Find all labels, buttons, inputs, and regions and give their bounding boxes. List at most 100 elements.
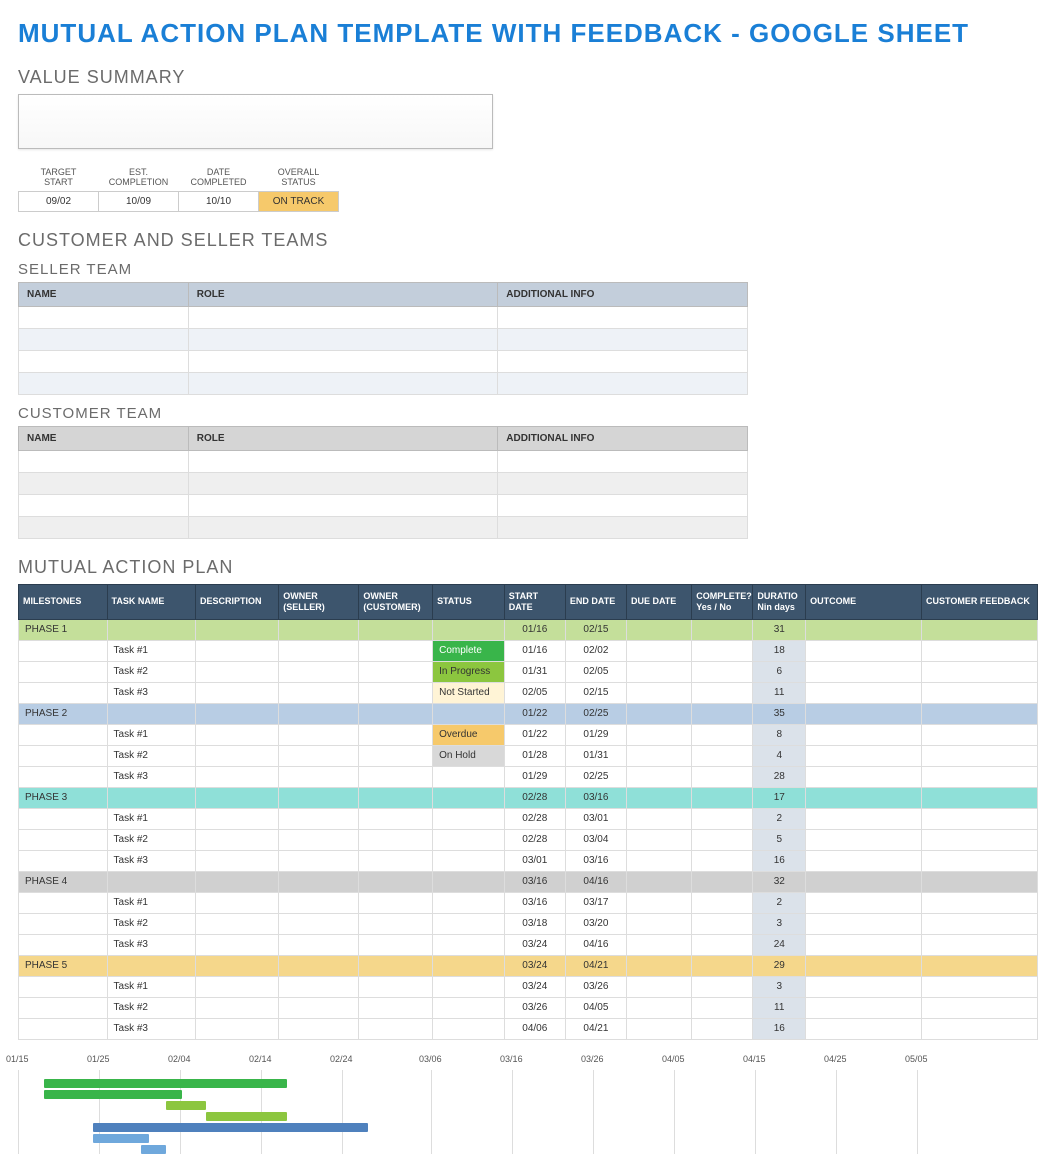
plan-cell[interactable]: 04/06: [504, 1018, 565, 1039]
plan-cell[interactable]: 28: [753, 766, 806, 787]
plan-cell[interactable]: [806, 913, 922, 934]
plan-cell[interactable]: [806, 850, 922, 871]
plan-cell[interactable]: PHASE 3: [19, 787, 108, 808]
task-row[interactable]: Task #102/2803/012: [19, 808, 1038, 829]
plan-cell[interactable]: [279, 766, 359, 787]
plan-cell[interactable]: [806, 619, 922, 640]
plan-cell[interactable]: [279, 808, 359, 829]
plan-cell[interactable]: [359, 724, 433, 745]
task-row[interactable]: Task #3Not Started02/0502/1511: [19, 682, 1038, 703]
plan-cell[interactable]: Task #1: [107, 724, 196, 745]
table-cell[interactable]: [188, 351, 498, 373]
table-cell[interactable]: [19, 307, 189, 329]
plan-cell[interactable]: [279, 955, 359, 976]
plan-cell[interactable]: [922, 829, 1038, 850]
plan-cell[interactable]: [922, 934, 1038, 955]
table-cell[interactable]: [19, 517, 189, 539]
plan-cell[interactable]: Task #3: [107, 1018, 196, 1039]
plan-cell[interactable]: [196, 724, 279, 745]
overall-status[interactable]: ON TRACK: [259, 192, 339, 212]
plan-cell[interactable]: [359, 703, 433, 724]
plan-cell[interactable]: [626, 850, 691, 871]
plan-cell[interactable]: [107, 787, 196, 808]
plan-cell[interactable]: [196, 913, 279, 934]
table-cell[interactable]: [19, 329, 189, 351]
plan-cell[interactable]: [692, 808, 753, 829]
plan-cell[interactable]: [196, 808, 279, 829]
plan-cell[interactable]: [692, 724, 753, 745]
plan-cell[interactable]: [279, 850, 359, 871]
plan-cell[interactable]: [359, 640, 433, 661]
plan-cell[interactable]: 01/16: [504, 640, 565, 661]
table-cell[interactable]: [498, 495, 748, 517]
plan-cell[interactable]: 03/16: [504, 871, 565, 892]
plan-cell[interactable]: [359, 997, 433, 1018]
table-cell[interactable]: [19, 495, 189, 517]
plan-cell[interactable]: [19, 913, 108, 934]
plan-cell[interactable]: 01/31: [565, 745, 626, 766]
plan-cell[interactable]: [359, 766, 433, 787]
plan-cell[interactable]: PHASE 1: [19, 619, 108, 640]
plan-cell[interactable]: 03/16: [565, 787, 626, 808]
plan-cell[interactable]: [692, 934, 753, 955]
table-cell[interactable]: [188, 307, 498, 329]
plan-cell[interactable]: [433, 892, 505, 913]
plan-cell[interactable]: [433, 934, 505, 955]
plan-cell[interactable]: [626, 808, 691, 829]
plan-cell[interactable]: [359, 682, 433, 703]
plan-cell[interactable]: 03/18: [504, 913, 565, 934]
plan-cell[interactable]: 03/01: [504, 850, 565, 871]
table-cell[interactable]: [188, 495, 498, 517]
plan-cell[interactable]: [196, 955, 279, 976]
table-cell[interactable]: [498, 373, 748, 395]
plan-cell[interactable]: [692, 619, 753, 640]
plan-cell[interactable]: [196, 871, 279, 892]
plan-cell[interactable]: [692, 892, 753, 913]
plan-cell[interactable]: Not Started: [433, 682, 505, 703]
table-cell[interactable]: [188, 517, 498, 539]
plan-cell[interactable]: Task #2: [107, 913, 196, 934]
plan-cell[interactable]: [19, 808, 108, 829]
plan-cell[interactable]: [359, 871, 433, 892]
plan-cell[interactable]: 8: [753, 724, 806, 745]
plan-cell[interactable]: [107, 955, 196, 976]
plan-cell[interactable]: [433, 850, 505, 871]
plan-cell[interactable]: In Progress: [433, 661, 505, 682]
plan-cell[interactable]: 3: [753, 913, 806, 934]
plan-cell[interactable]: 03/04: [565, 829, 626, 850]
task-row[interactable]: Task #2In Progress01/3102/056: [19, 661, 1038, 682]
task-row[interactable]: Task #103/2403/263: [19, 976, 1038, 997]
table-cell[interactable]: [188, 473, 498, 495]
plan-cell[interactable]: Task #1: [107, 808, 196, 829]
plan-cell[interactable]: [626, 766, 691, 787]
plan-cell[interactable]: [433, 913, 505, 934]
plan-cell[interactable]: [922, 808, 1038, 829]
plan-cell[interactable]: [279, 871, 359, 892]
plan-cell[interactable]: 11: [753, 682, 806, 703]
plan-cell[interactable]: 03/24: [504, 976, 565, 997]
plan-cell[interactable]: Task #3: [107, 766, 196, 787]
plan-cell[interactable]: [433, 829, 505, 850]
plan-cell[interactable]: [279, 829, 359, 850]
plan-cell[interactable]: [359, 745, 433, 766]
plan-cell[interactable]: Task #2: [107, 745, 196, 766]
plan-cell[interactable]: 6: [753, 661, 806, 682]
target-start[interactable]: 09/02: [19, 192, 99, 212]
plan-cell[interactable]: [922, 703, 1038, 724]
plan-cell[interactable]: [279, 619, 359, 640]
plan-cell[interactable]: [196, 850, 279, 871]
plan-cell[interactable]: [279, 1018, 359, 1039]
plan-cell[interactable]: [279, 892, 359, 913]
plan-cell[interactable]: 04/05: [565, 997, 626, 1018]
task-row[interactable]: Task #304/0604/2116: [19, 1018, 1038, 1039]
plan-cell[interactable]: [433, 787, 505, 808]
plan-cell[interactable]: [196, 640, 279, 661]
plan-cell[interactable]: 17: [753, 787, 806, 808]
plan-cell[interactable]: [196, 934, 279, 955]
phase-row[interactable]: PHASE 302/2803/1617: [19, 787, 1038, 808]
task-row[interactable]: Task #1Complete01/1602/0218: [19, 640, 1038, 661]
plan-cell[interactable]: [692, 997, 753, 1018]
task-row[interactable]: Task #1Overdue01/2201/298: [19, 724, 1038, 745]
plan-cell[interactable]: [107, 619, 196, 640]
plan-cell[interactable]: 04/21: [565, 955, 626, 976]
